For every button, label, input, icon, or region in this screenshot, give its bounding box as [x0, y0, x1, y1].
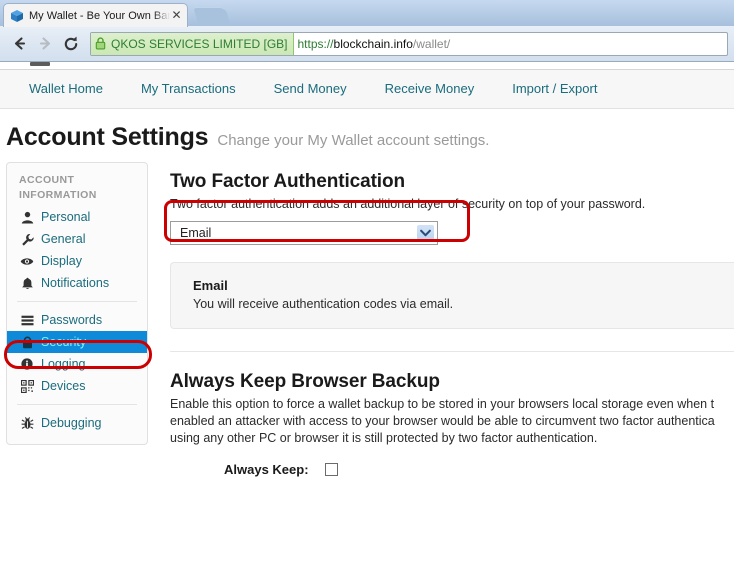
page-subtitle: Change your My Wallet account settings.: [217, 132, 490, 149]
sidebar-item-label: Notifications: [41, 276, 110, 290]
nav-receive-money[interactable]: Receive Money: [366, 79, 494, 99]
back-icon[interactable]: [6, 31, 32, 57]
nav-import-export[interactable]: Import / Export: [493, 79, 616, 99]
tab-strip: My Wallet - Be Your Own Ban ✕: [0, 0, 734, 27]
new-tab-button[interactable]: [193, 7, 231, 26]
browser-tab[interactable]: My Wallet - Be Your Own Ban ✕: [3, 3, 188, 27]
browser-toolbar: QKOS SERVICES LIMITED [GB] https://block…: [0, 26, 734, 62]
sidebar-item-notifications[interactable]: Notifications: [7, 272, 147, 294]
sidebar-item-label: Debugging: [41, 416, 102, 430]
page-body: ACCOUNT INFORMATION Personal General Dis…: [0, 162, 734, 478]
ev-certificate-badge[interactable]: QKOS SERVICES LIMITED [GB]: [91, 32, 294, 55]
sidebar-item-debugging[interactable]: Debugging: [7, 412, 147, 434]
nav-my-transactions[interactable]: My Transactions: [122, 79, 255, 99]
two-factor-title: Two Factor Authentication: [170, 171, 405, 192]
sidebar-divider: [17, 404, 137, 405]
two-factor-select[interactable]: Email: [170, 221, 438, 245]
address-bar[interactable]: QKOS SERVICES LIMITED [GB] https://block…: [90, 31, 728, 56]
nav-wallet-home[interactable]: Wallet Home: [10, 79, 122, 99]
browser-backup-description: Enable this option to force a wallet bac…: [170, 396, 734, 447]
url-host: blockchain.info: [333, 36, 413, 51]
settings-content: Two Factor Authentication Two factor aut…: [148, 162, 734, 478]
browser-backup-section: Always Keep Browser Backup Enable this o…: [170, 352, 734, 478]
url-path: /wallet/: [412, 36, 451, 51]
always-keep-row: Always Keep:: [170, 461, 734, 478]
two-factor-description: Two factor authentication adds an additi…: [170, 197, 646, 211]
main-navigation: Wallet Home My Transactions Send Money R…: [0, 70, 734, 109]
always-keep-label: Always Keep:: [224, 462, 309, 477]
bug-icon: [19, 415, 35, 431]
list-icon: [19, 312, 35, 328]
clipped-header-strip: [0, 62, 734, 70]
sidebar-item-security[interactable]: Security: [7, 331, 147, 353]
bell-icon: [19, 275, 35, 291]
url-text[interactable]: https://blockchain.info/wallet/: [294, 37, 451, 51]
two-factor-select-wrapper: Email: [170, 221, 438, 245]
page-title: Account Settings: [6, 123, 209, 151]
info-icon: [19, 356, 35, 372]
two-factor-info-description: You will receive authentication codes vi…: [193, 297, 454, 311]
two-factor-info-title: Email: [193, 278, 228, 293]
wrench-icon: [19, 231, 35, 247]
browser-backup-description-line-2: enabled an attacker with access to your …: [170, 414, 715, 428]
sidebar-item-general[interactable]: General: [7, 228, 147, 250]
sidebar-item-logging[interactable]: Logging: [7, 353, 147, 375]
sidebar-item-label: Devices: [41, 379, 86, 393]
ev-certificate-text: QKOS SERVICES LIMITED [GB]: [111, 36, 288, 51]
sidebar-item-passwords[interactable]: Passwords: [7, 309, 147, 331]
chevron-down-icon[interactable]: [417, 224, 434, 242]
sidebar-divider: [17, 301, 137, 302]
qrcode-icon: [19, 378, 35, 394]
lock-icon: [95, 37, 107, 50]
page-heading: Account Settings Change your My Wallet a…: [0, 109, 734, 162]
browser-backup-description-line-3: using any other PC or browser it is stil…: [170, 431, 598, 445]
user-icon: [19, 209, 35, 225]
blue-cube-favicon: [10, 9, 24, 23]
always-keep-checkbox[interactable]: [324, 463, 338, 476]
settings-sidebar: ACCOUNT INFORMATION Personal General Dis…: [4, 162, 152, 445]
forward-icon[interactable]: [32, 31, 58, 57]
sidebar-item-label: General: [41, 232, 86, 246]
sidebar-item-label: Logging: [41, 357, 86, 371]
browser-chrome: My Wallet - Be Your Own Ban ✕ QKOS SERVI…: [0, 0, 734, 62]
two-factor-section: Two Factor Authentication Two factor aut…: [164, 162, 734, 329]
eye-icon: [19, 253, 35, 269]
sidebar-heading-information: INFORMATION: [19, 189, 97, 201]
sidebar-item-display[interactable]: Display: [7, 250, 147, 272]
two-factor-select-value: Email: [180, 226, 212, 240]
nav-send-money[interactable]: Send Money: [255, 79, 366, 99]
sidebar-item-label: Security: [41, 335, 87, 349]
browser-backup-description-line-1: Enable this option to force a wallet bac…: [170, 397, 715, 411]
sidebar-item-label: Display: [41, 254, 82, 268]
sidebar-heading-account: ACCOUNT: [19, 174, 75, 186]
tab-title: My Wallet - Be Your Own Ban: [29, 9, 170, 22]
close-icon[interactable]: ✕: [170, 9, 183, 22]
browser-backup-title: Always Keep Browser Backup: [170, 371, 440, 392]
sidebar-item-personal[interactable]: Personal: [7, 206, 147, 228]
page-viewport: Wallet Home My Transactions Send Money R…: [0, 62, 734, 565]
url-scheme: https://: [297, 36, 334, 51]
sidebar-item-label: Personal: [41, 210, 91, 224]
two-factor-info-panel: Email You will receive authentication co…: [170, 262, 734, 329]
sidebar-item-label: Passwords: [41, 313, 103, 327]
sidebar-item-devices[interactable]: Devices: [7, 375, 147, 397]
reload-icon[interactable]: [58, 31, 84, 57]
lock-icon: [19, 334, 35, 350]
